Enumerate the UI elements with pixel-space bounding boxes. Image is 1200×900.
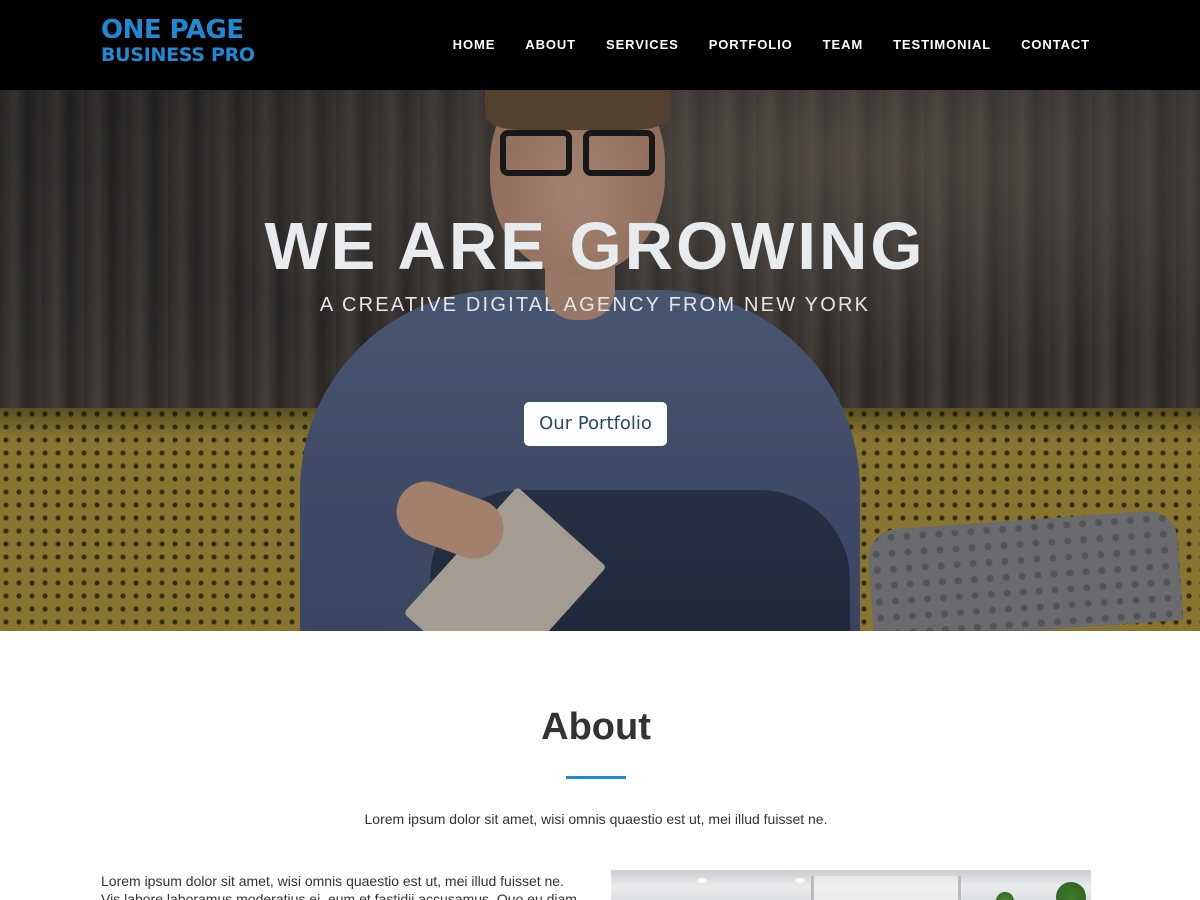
nav-services[interactable]: SERVICES bbox=[606, 37, 679, 52]
nav-contact[interactable]: CONTACT bbox=[1021, 37, 1090, 52]
nav-testimonial[interactable]: TESTIMONIAL bbox=[893, 37, 991, 52]
about-intro: Lorem ipsum dolor sit amet, wisi omnis q… bbox=[364, 811, 828, 827]
office-lamp bbox=[697, 878, 707, 883]
nav-about[interactable]: ABOUT bbox=[525, 37, 576, 52]
hero-overlay bbox=[0, 90, 1200, 631]
nav-portfolio[interactable]: PORTFOLIO bbox=[709, 37, 793, 52]
logo-line-2: BUSINESS PRO bbox=[101, 44, 255, 66]
nav-team[interactable]: TEAM bbox=[823, 37, 863, 52]
site-logo[interactable]: ONE PAGE BUSINESS PRO bbox=[101, 16, 255, 66]
logo-line-1: ONE PAGE bbox=[101, 15, 244, 45]
about-body-text: Lorem ipsum dolor sit amet, wisi omnis q… bbox=[101, 873, 577, 900]
about-divider bbox=[566, 776, 626, 779]
main-nav: HOME ABOUT SERVICES PORTFOLIO TEAM TESTI… bbox=[453, 37, 1090, 52]
about-office-image bbox=[611, 870, 1091, 900]
site-header: ONE PAGE BUSINESS PRO HOME ABOUT SERVICE… bbox=[0, 0, 1200, 90]
hero-title: WE ARE GROWING bbox=[264, 209, 926, 284]
office-plant bbox=[1056, 882, 1086, 900]
office-glass-wall bbox=[811, 876, 961, 900]
nav-home[interactable]: HOME bbox=[453, 37, 496, 52]
hero-subtitle: A CREATIVE DIGITAL AGENCY FROM NEW YORK bbox=[319, 294, 871, 316]
hero-section: WE ARE GROWING A CREATIVE DIGITAL AGENCY… bbox=[0, 90, 1200, 631]
our-portfolio-button[interactable]: Our Portfolio bbox=[524, 402, 667, 446]
about-title: About bbox=[541, 706, 651, 748]
office-plant bbox=[996, 892, 1014, 900]
office-lamp bbox=[795, 878, 805, 883]
